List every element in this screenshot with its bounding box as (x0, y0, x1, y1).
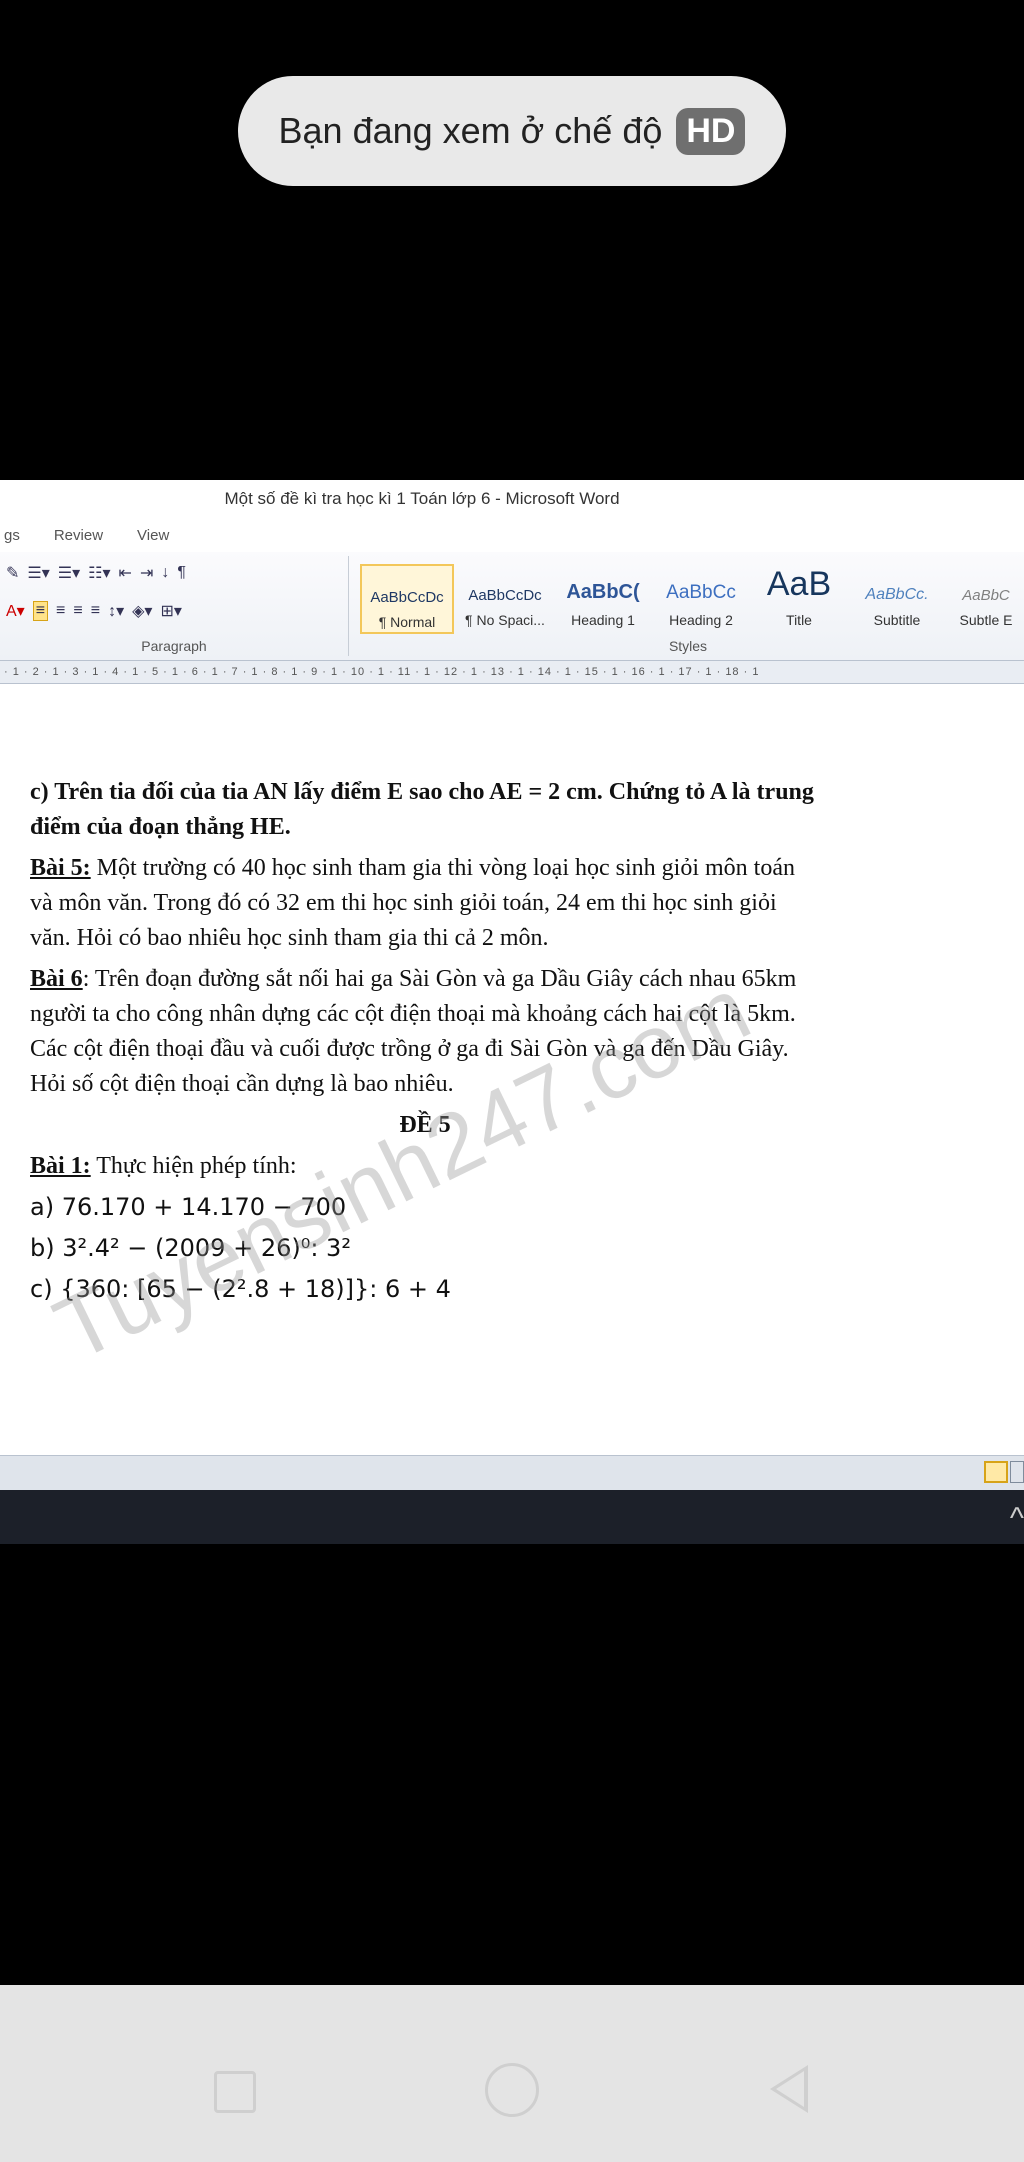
exercise-5-text: Một trường có 40 học sinh tham gia thi v… (30, 855, 795, 951)
hd-toast: Bạn đang xem ở chế độ HD (238, 76, 786, 186)
style-sample: AaBbCcDc (370, 589, 444, 606)
styles-group: AaBbCcDc ¶ Normal AaBbCcDc ¶ No Spaci...… (352, 556, 1024, 656)
styles-group-label: Styles (668, 638, 708, 654)
toast-text: Bạn đang xem ở chế độ (278, 110, 663, 151)
video-control-bar: ^ (0, 1490, 1024, 1544)
style-name: Heading 2 (669, 612, 733, 628)
print-layout-view-button[interactable] (984, 1461, 1008, 1483)
numbering-icon[interactable]: ☰▾ (58, 563, 80, 583)
spelling-icon[interactable]: ✎ (6, 563, 19, 583)
exercise-6-text: : Trên đoạn đường sắt nối hai ga Sài Gòn… (30, 966, 797, 1097)
style-title[interactable]: AaB Title (752, 564, 846, 634)
paragraph-group-label: Paragraph (141, 638, 207, 654)
home-icon[interactable] (485, 2063, 539, 2117)
style-no-spacing[interactable]: AaBbCcDc ¶ No Spaci... (458, 564, 552, 634)
align-left-icon[interactable]: ≡ (32, 601, 49, 621)
exam-5-heading: ĐỀ 5 (399, 1112, 451, 1138)
line-spacing-icon[interactable]: ↕▾ (108, 601, 124, 621)
align-right-icon[interactable]: ≡ (73, 602, 82, 620)
increase-indent-icon[interactable]: ⇥ (140, 563, 153, 583)
exercise-6-label: Bài 6 (30, 966, 83, 992)
paragraph-group: ✎ ☰▾ ☰▾ ☷▾ ⇤ ⇥ ↓ ¶ A▾ ≡ ≡ ≡ ≡ ↕▾ ◈▾ ⊞▾ P… (0, 556, 349, 656)
window-title: Một số đề kì tra học kì 1 Toán lớp 6 - M… (0, 480, 1024, 518)
exercise-1: Bài 1: Thực hiện phép tính: (30, 1149, 820, 1184)
style-name: ¶ No Spaci... (465, 612, 545, 628)
style-sample: AaBbC( (566, 581, 640, 603)
multilevel-list-icon[interactable]: ☷▾ (88, 563, 110, 583)
expression-a: a) 76.170 + 14.170 − 700 (30, 1193, 347, 1221)
exercise-6: Bài 6: Trên đoạn đường sắt nối hai ga Sà… (30, 962, 820, 1102)
back-icon-inner (776, 2071, 804, 2107)
exercise-5-label: Bài 5: (30, 855, 91, 881)
style-name: Subtle E (959, 612, 1013, 628)
style-heading-1[interactable]: AaBbC( Heading 1 (556, 564, 650, 634)
justify-icon[interactable]: ≡ (91, 602, 100, 620)
font-color-icon[interactable]: A▾ (6, 601, 25, 621)
exercise-5: Bài 5: Một trường có 40 học sinh tham gi… (30, 851, 820, 956)
style-sample: AaB (766, 565, 832, 603)
hd-badge: HD (676, 107, 746, 155)
style-subtitle[interactable]: AaBbCc. Subtitle (850, 564, 944, 634)
recent-apps-icon[interactable] (214, 2071, 256, 2113)
style-sample: AaBbCcDc (468, 587, 542, 604)
style-name: Subtitle (873, 612, 921, 628)
tab-partial[interactable]: gs (4, 527, 20, 544)
style-sample: AaBbCc. (865, 586, 929, 603)
style-name: Title (786, 612, 812, 628)
expression-b: b) 3².4² − (2009 + 26)⁰: 3² (30, 1234, 351, 1262)
expression-c: c) {360: [65 − (2².8 + 18)]}: 6 + 4 (30, 1275, 451, 1303)
style-normal[interactable]: AaBbCcDc ¶ Normal (360, 564, 454, 634)
chevron-up-icon[interactable]: ^ (1010, 1502, 1024, 1536)
sort-icon[interactable]: ↓ (161, 564, 169, 582)
tab-review[interactable]: Review (54, 527, 103, 544)
style-heading-2[interactable]: AaBbCc Heading 2 (654, 564, 748, 634)
bullets-icon[interactable]: ☰▾ (27, 563, 49, 583)
pilcrow-icon[interactable]: ¶ (177, 564, 186, 582)
style-name: Heading 1 (571, 612, 635, 628)
decrease-indent-icon[interactable]: ⇤ (119, 563, 132, 583)
document-page[interactable]: c) Trên tia đối của tia AN lấy điểm E sa… (0, 690, 1024, 1450)
tab-view[interactable]: View (137, 527, 169, 544)
ribbon: ✎ ☰▾ ☰▾ ☷▾ ⇤ ⇥ ↓ ¶ A▾ ≡ ≡ ≡ ≡ ↕▾ ◈▾ ⊞▾ P… (0, 552, 1024, 661)
word-window: Một số đề kì tra học kì 1 Toán lớp 6 - M… (0, 480, 1024, 1490)
style-sample: AaBbCc (666, 582, 736, 603)
horizontal-ruler[interactable]: · 1 · 2 · 1 · 3 · 1 · 4 · 1 · 5 · 1 · 6 … (0, 661, 1024, 684)
android-navigation-bar (0, 1985, 1024, 2162)
style-name: ¶ Normal (378, 614, 436, 630)
question-c: c) Trên tia đối của tia AN lấy điểm E sa… (30, 779, 814, 840)
style-sample: AaBbC (962, 587, 1010, 604)
full-screen-view-button[interactable] (1010, 1461, 1024, 1483)
shading-icon[interactable]: ◈▾ (132, 601, 152, 621)
style-subtle-emphasis[interactable]: AaBbC Subtle E (948, 564, 1024, 634)
exercise-1-label: Bài 1: (30, 1153, 91, 1179)
ribbon-tabs: gs Review View (0, 518, 1024, 552)
borders-icon[interactable]: ⊞▾ (160, 601, 181, 621)
status-bar (0, 1455, 1024, 1490)
document-body: c) Trên tia đối của tia AN lấy điểm E sa… (30, 775, 820, 1313)
exercise-1-text: Thực hiện phép tính: (90, 1153, 297, 1179)
align-center-icon[interactable]: ≡ (56, 602, 65, 620)
